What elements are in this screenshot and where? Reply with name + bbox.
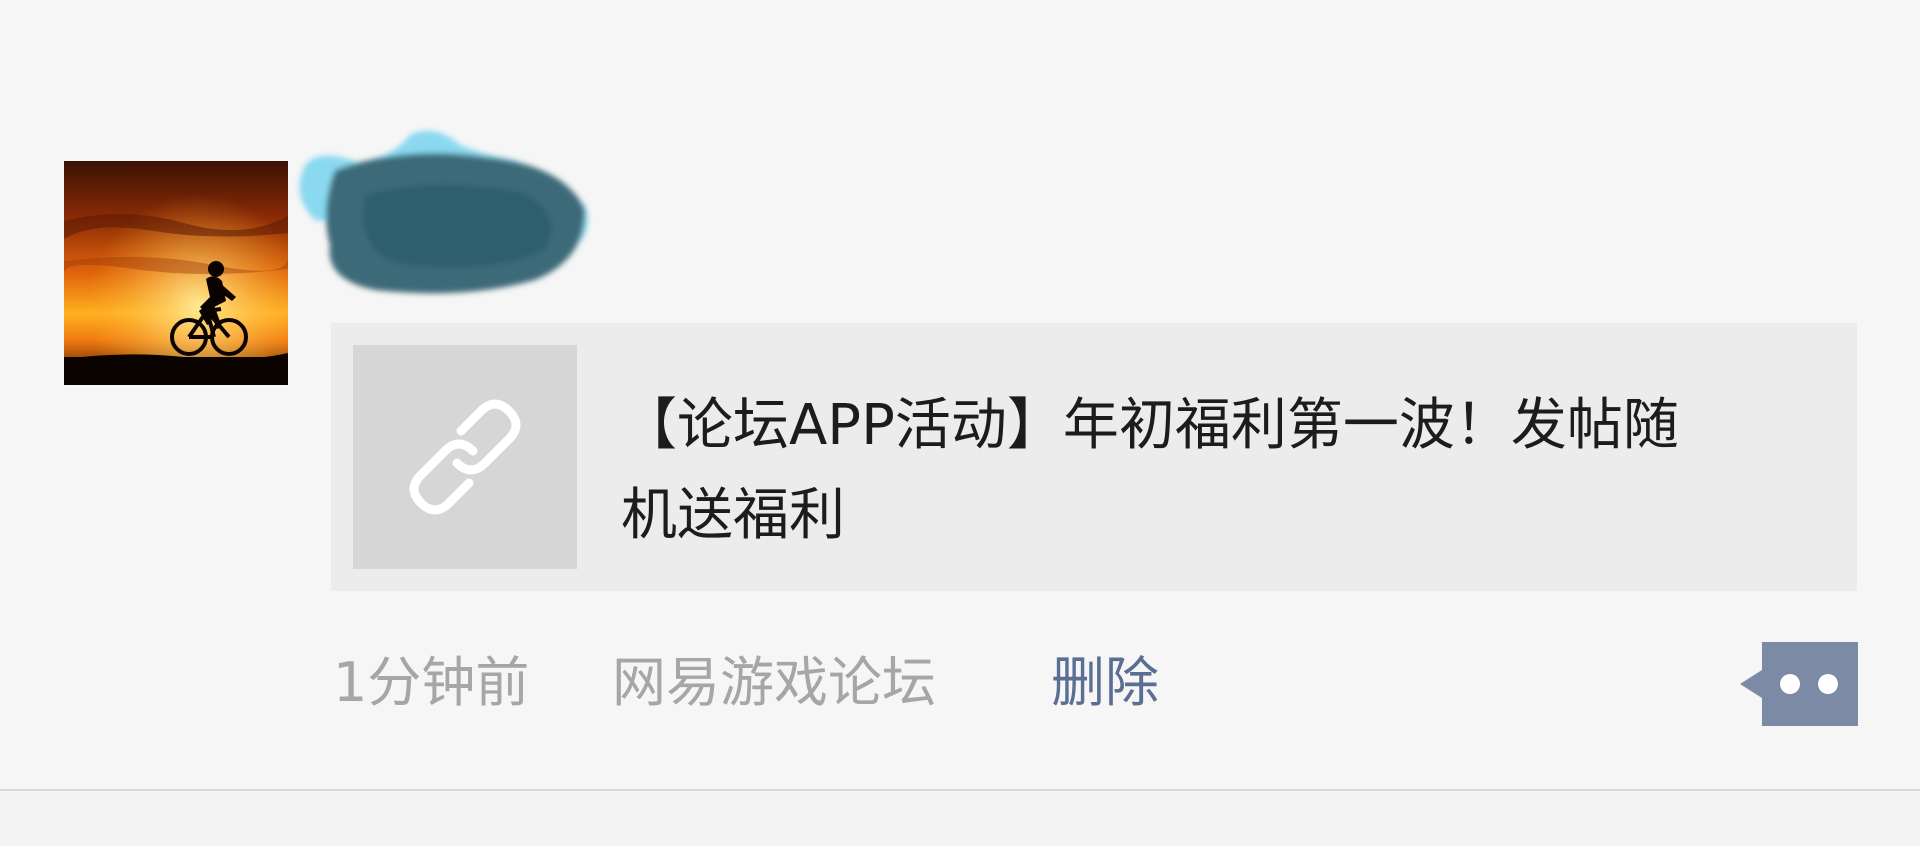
link-thumbnail (353, 345, 577, 569)
redaction-scribble (299, 130, 588, 294)
avatar[interactable] (64, 161, 288, 385)
post-source: 网易游戏论坛 (612, 651, 936, 714)
moments-post: 【论坛APP活动】年初福利第一波！发帖随机送福利 1分钟前 网易游戏论坛 删除 (0, 0, 1920, 790)
comment-dots-icon (1740, 642, 1858, 726)
shared-link-card[interactable]: 【论坛APP活动】年初福利第一波！发帖随机送福利 (331, 323, 1857, 591)
comment-button[interactable] (1740, 642, 1858, 726)
delete-button[interactable]: 删除 (1051, 648, 1159, 718)
link-chain-icon (409, 399, 521, 515)
post-timestamp: 1分钟前 (333, 651, 530, 714)
next-post-area (0, 791, 1920, 846)
username-redacted[interactable] (285, 125, 615, 300)
avatar-image (64, 161, 288, 385)
link-title: 【论坛APP活动】年初福利第一波！发帖随机送福利 (621, 393, 1679, 548)
